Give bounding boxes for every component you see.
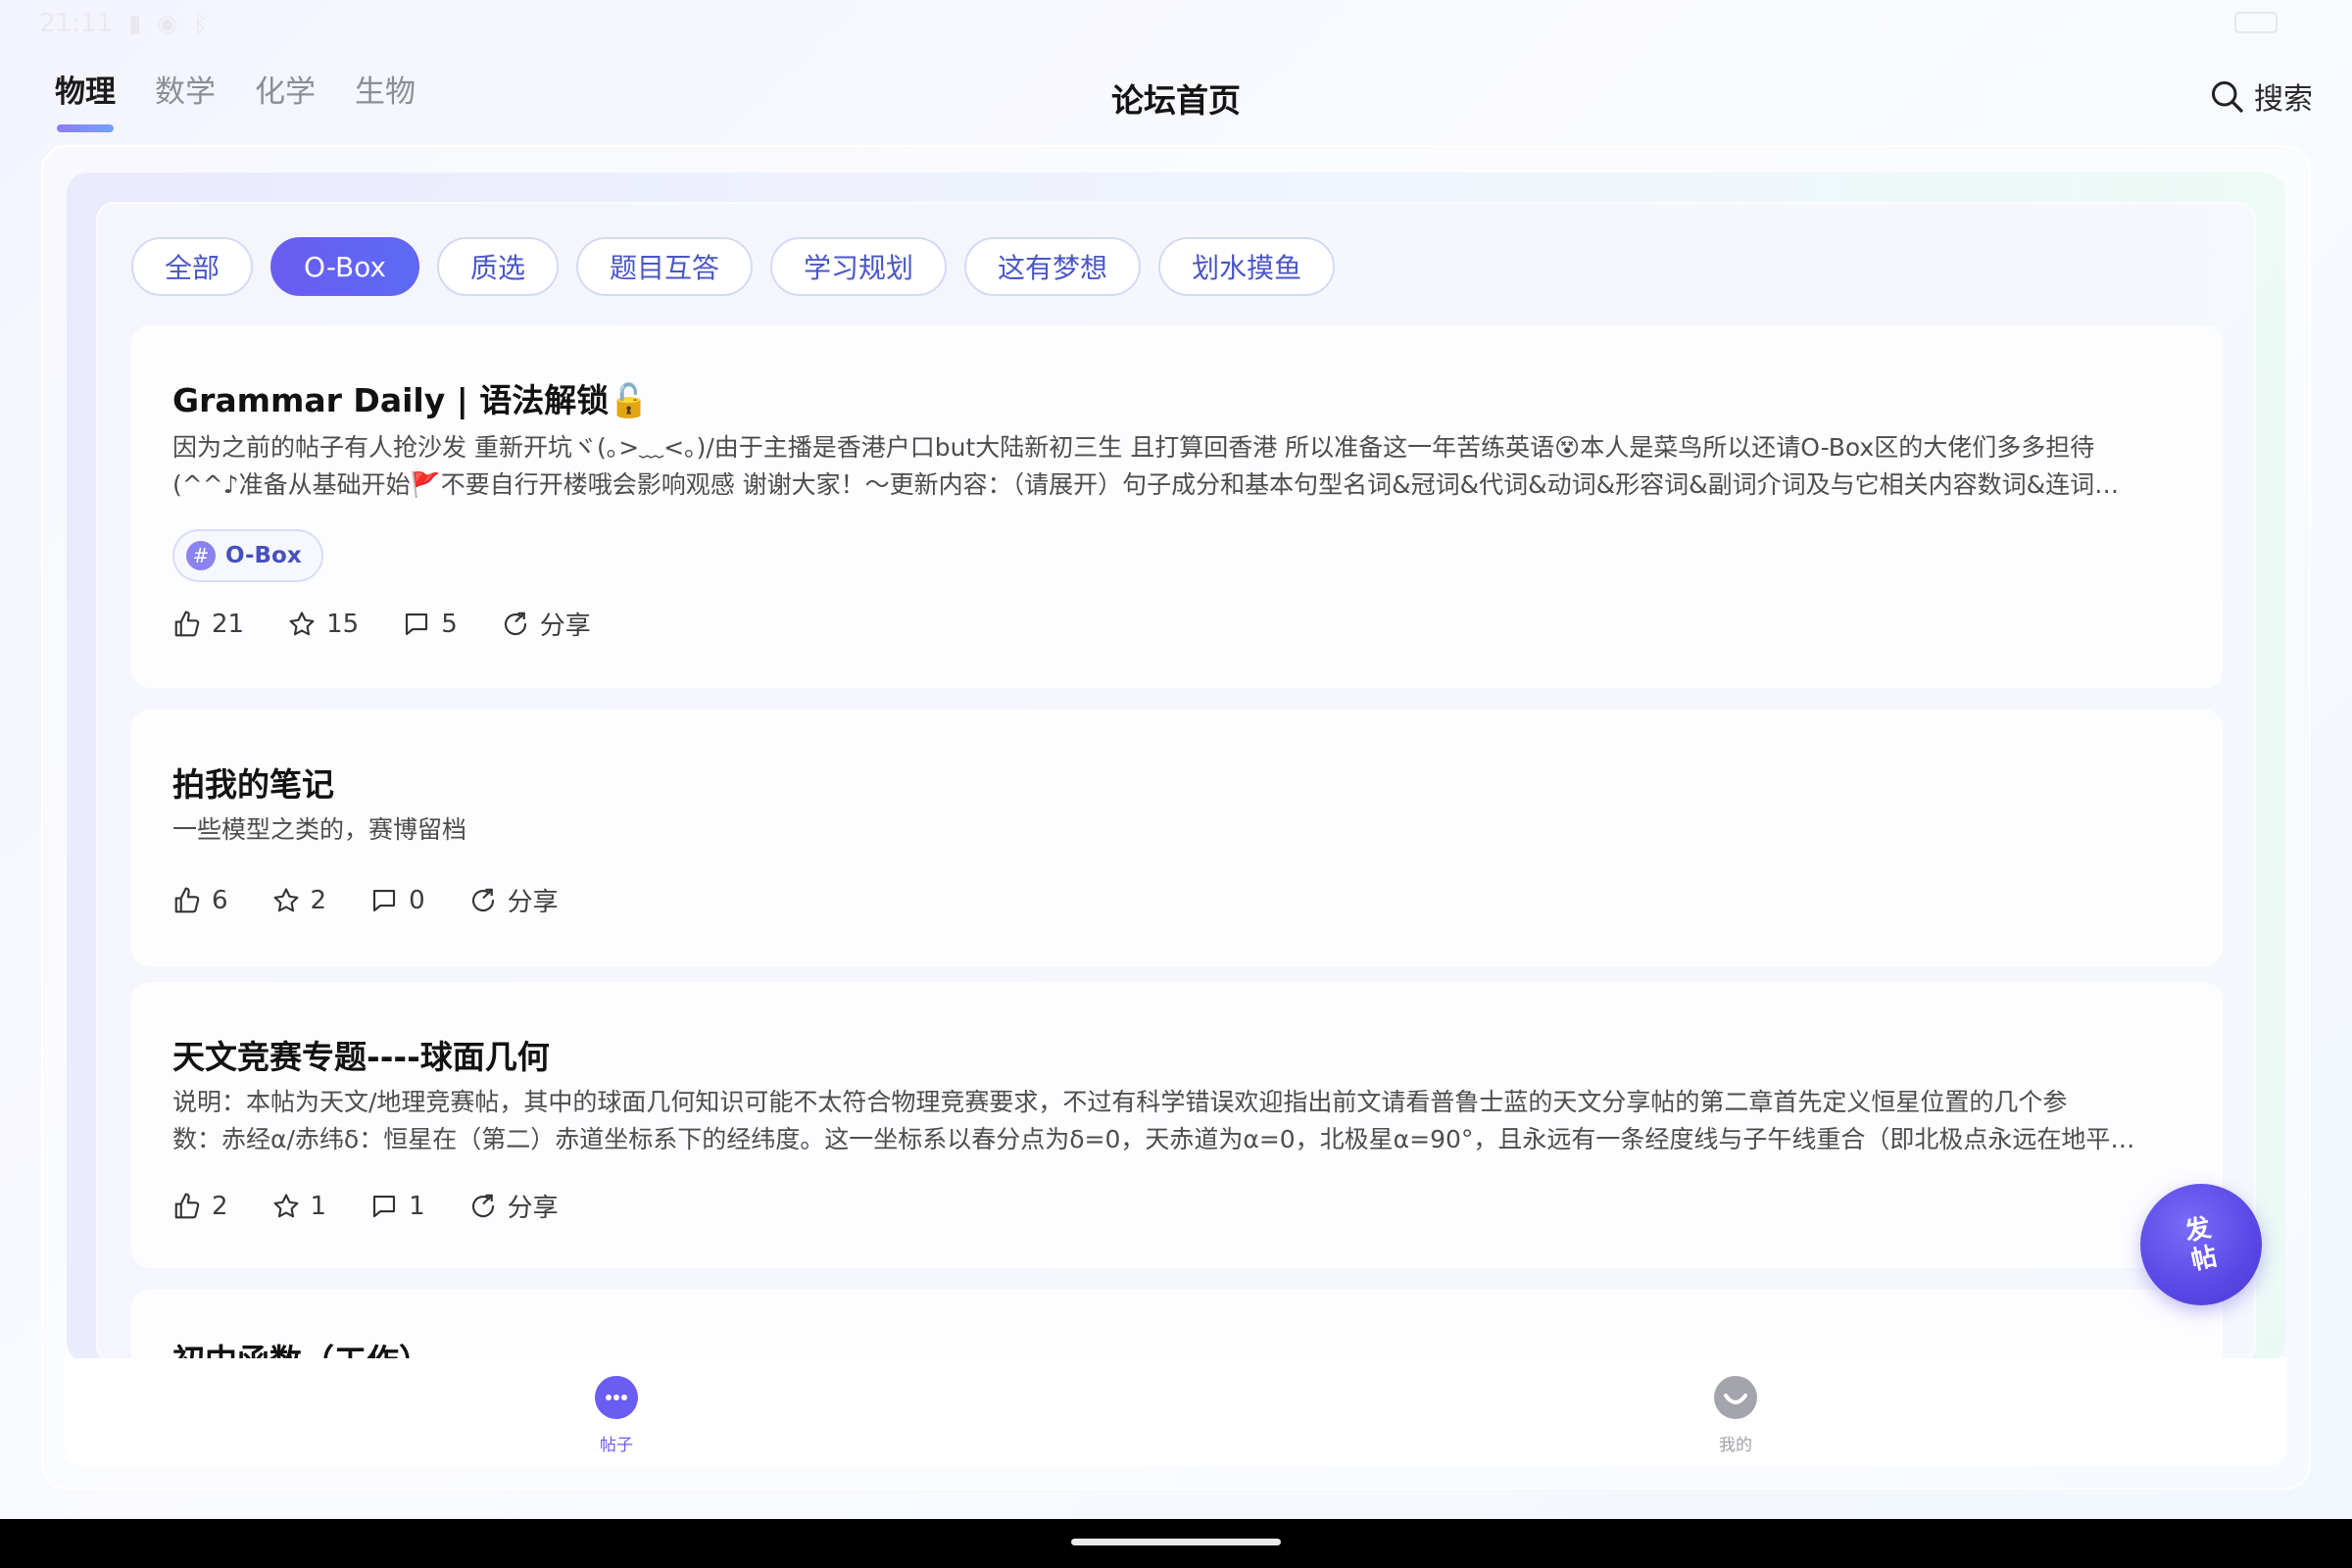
share-label: 分享 [507, 1194, 559, 1223]
post-tag[interactable]: # O-Box [172, 529, 323, 582]
post-actions: 21 15 5 分享 [172, 606, 591, 642]
share-button[interactable]: 分享 [501, 606, 591, 642]
chip-qa[interactable]: 题目互答 [576, 237, 754, 296]
battery-icon [2234, 12, 2278, 33]
feed-card: 全部 O-Box 质选 题目互答 学习规划 这有梦想 划水摸鱼 Grammar … [96, 202, 2256, 1363]
home-indicator[interactable] [1071, 1539, 1281, 1545]
like-count: 21 [212, 609, 245, 639]
like-count: 2 [212, 1191, 228, 1221]
like-button[interactable]: 6 [172, 886, 228, 915]
post-excerpt-line: 一些模型之类的，赛博留档 [172, 815, 467, 844]
share-icon [471, 888, 494, 911]
chip-chill[interactable]: 划水摸鱼 [1158, 237, 1336, 296]
sim-icon: ▮ [127, 10, 142, 37]
post-actions: 2 1 1 分享 [172, 1188, 559, 1224]
favorite-count: 1 [310, 1191, 327, 1221]
share-label: 分享 [539, 612, 591, 641]
post-excerpt: 因为之前的帖子有人抢沙发 重新开坑ヾ(｡>﹏<｡)/由于主播是香港户口but大陆… [172, 429, 2181, 504]
nav-profile[interactable]: 我的 [1711, 1374, 1760, 1455]
post-title: Grammar Daily | 语法解锁🔓 [172, 381, 650, 419]
share-button[interactable]: 分享 [468, 1188, 559, 1224]
star-icon [273, 1193, 298, 1217]
status-time: 21:11 [39, 9, 113, 38]
post-actions: 6 2 0 分享 [172, 882, 559, 918]
comment-icon [373, 1195, 396, 1217]
new-post-button[interactable]: 发帖 [2140, 1184, 2262, 1305]
new-post-label: 发帖 [2182, 1212, 2220, 1277]
like-button[interactable]: 2 [172, 1192, 228, 1221]
chip-study-plan[interactable]: 学习规划 [770, 237, 948, 296]
comment-button[interactable]: 0 [369, 886, 425, 915]
favorite-count: 2 [310, 885, 327, 915]
post-title: 拍我的笔记 [172, 765, 334, 804]
post-excerpt: 说明：本帖为天文/地理竞赛帖，其中的球面几何知识可能不太符合物理竞赛要求，不过有… [172, 1084, 2181, 1158]
post-excerpt: 一些模型之类的，赛博留档 [172, 811, 2181, 849]
profile-icon [1714, 1376, 1757, 1419]
favorite-button[interactable]: 1 [271, 1191, 327, 1221]
post-title: 天文竞赛专题----球面几何 [172, 1038, 550, 1076]
chip-featured[interactable]: 质选 [437, 237, 560, 296]
bluetooth-icon: ᛒ [193, 10, 208, 37]
share-button[interactable]: 分享 [468, 882, 559, 918]
share-label: 分享 [507, 888, 559, 917]
post-tag-label: O-Box [225, 543, 302, 568]
chip-all[interactable]: 全部 [131, 237, 254, 296]
post-excerpt-line: 因为之前的帖子有人抢沙发 重新开坑ヾ(｡>﹏<｡)/由于主播是香港户口but大陆… [172, 433, 2095, 462]
comment-icon [406, 612, 428, 635]
favorite-button[interactable]: 15 [287, 610, 359, 639]
thumbs-up-icon [174, 1192, 200, 1218]
comment-count: 1 [409, 1191, 425, 1221]
bottom-nav: 帖子 我的 [65, 1358, 2287, 1466]
comment-button[interactable]: 5 [402, 610, 458, 639]
thumbs-up-icon [174, 610, 200, 636]
share-icon [471, 1194, 494, 1217]
share-icon [504, 612, 526, 635]
nav-posts[interactable]: 帖子 [592, 1374, 641, 1455]
post-excerpt-line: 说明：本帖为天文/地理竞赛帖，其中的球面几何知识可能不太符合物理竞赛要求，不过有… [172, 1088, 2068, 1116]
comment-button[interactable]: 1 [369, 1192, 425, 1221]
star-icon [273, 887, 298, 911]
page-title: 论坛首页 [1111, 81, 1241, 120]
post-card[interactable]: 拍我的笔记 一些模型之类的，赛博留档 6 2 0 分享 [131, 710, 2223, 966]
post-card[interactable]: Grammar Daily | 语法解锁🔓 因为之前的帖子有人抢沙发 重新开坑ヾ… [131, 325, 2223, 688]
category-chips: 全部 O-Box 质选 题目互答 学习规划 这有梦想 划水摸鱼 [131, 237, 1336, 296]
chip-dreams[interactable]: 这有梦想 [964, 237, 1142, 296]
search-icon [2212, 81, 2243, 113]
hashtag-icon: # [186, 541, 216, 570]
favorite-count: 15 [326, 609, 360, 639]
comment-icon [373, 889, 396, 911]
post-excerpt-line: 数：赤经α/赤纬δ：恒星在（第二）赤道坐标系下的经纬度。这一坐标系以春分点为δ=… [172, 1125, 2135, 1153]
chip-obox[interactable]: O-Box [270, 237, 419, 296]
post-excerpt-line: (^^♪准备从基础开始🚩不要自行开楼哦会影响观感 谢谢大家！～更新内容：（请展开… [172, 470, 2120, 499]
comment-count: 0 [409, 885, 425, 915]
favorite-button[interactable]: 2 [271, 885, 327, 915]
nav-posts-label: 帖子 [600, 1436, 633, 1455]
star-icon [289, 611, 315, 635]
post-card[interactable]: 天文竞赛专题----球面几何 说明：本帖为天文/地理竞赛帖，其中的球面几何知识可… [131, 982, 2223, 1268]
nav-profile-label: 我的 [1719, 1436, 1752, 1455]
search-label: 搜索 [2254, 82, 2313, 117]
comment-count: 5 [441, 609, 458, 639]
like-count: 6 [212, 885, 228, 915]
app-notification-icon: ◉ [157, 10, 178, 37]
like-button[interactable]: 21 [172, 610, 244, 639]
search-button[interactable]: 搜索 [2209, 74, 2313, 118]
post-card[interactable]: 初中函数（工作） [131, 1290, 2223, 1361]
status-bar: 21:11 ▮ ◉ ᛒ [0, 0, 2352, 47]
thumbs-up-icon [174, 886, 200, 912]
chat-bubble-icon [595, 1376, 638, 1419]
